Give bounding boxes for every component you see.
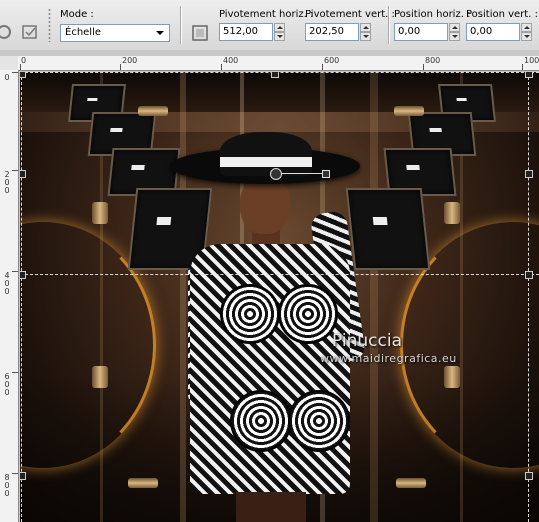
brass-knob [92, 366, 108, 388]
patterned-dress [190, 244, 350, 494]
ruler-tick [423, 64, 424, 70]
image-canvas[interactable]: Pinuccia www.maidiregrafica.eu [20, 72, 539, 522]
tool-options-toolbar: Mode : Échelle Pivotement horiz. : 512,0… [0, 0, 539, 51]
toolbar-divider [180, 6, 181, 44]
deform-box-edge[interactable] [20, 72, 539, 73]
watermark-name: Pinuccia [332, 331, 402, 351]
pivot-v-label: Pivotement vert. : [305, 9, 395, 20]
pos-v-input[interactable]: 0,00 [466, 23, 520, 41]
deform-box-midline[interactable] [20, 274, 539, 275]
pivot-point[interactable] [270, 168, 282, 180]
ruler-tick [20, 64, 21, 70]
pos-h-label: Position horiz. : [394, 9, 471, 20]
pivot-v-input[interactable]: 202,50 [305, 23, 359, 41]
toolbar-grip[interactable] [48, 8, 51, 42]
spin-down-button[interactable] [521, 32, 532, 41]
mode-label: Mode : [60, 9, 94, 20]
brass-knob [444, 202, 460, 224]
deform-handle-mid-left[interactable] [20, 271, 26, 279]
deform-handle-upper-right[interactable] [525, 170, 533, 178]
pivot-h-spinbox[interactable]: 512,00 [219, 23, 285, 41]
spin-down-button[interactable] [274, 32, 285, 41]
brass-knob [92, 202, 108, 224]
ruler-tick [522, 64, 523, 70]
deform-handle-top-left[interactable] [20, 72, 26, 78]
chevron-down-icon [156, 31, 164, 35]
light-streak [180, 72, 186, 522]
pos-v-label: Position vert. : [466, 9, 538, 20]
brass-knob [444, 366, 460, 388]
ruler-corner [0, 56, 19, 71]
ruler-top-label: 400 [223, 56, 239, 65]
apply-icon[interactable] [20, 22, 40, 42]
deform-handle-lower-left[interactable] [20, 472, 26, 480]
hat-band [220, 157, 312, 167]
spin-down-button[interactable] [449, 32, 460, 41]
face [240, 176, 290, 234]
dress-pattern-circle [230, 390, 292, 452]
reset-icon[interactable] [0, 22, 14, 42]
pos-v-spinbox[interactable]: 0,00 [466, 23, 532, 41]
spin-up-button[interactable] [521, 23, 532, 32]
pivot-h-label: Pivotement horiz. : [219, 9, 314, 20]
pos-h-input[interactable]: 0,00 [394, 23, 448, 41]
deform-handle-lower-right[interactable] [525, 472, 533, 480]
horizontal-ruler[interactable]: 0 200 400 600 800 100 [18, 56, 539, 71]
pivot-v-spinbox[interactable]: 202,50 [305, 23, 371, 41]
deform-grid-icon[interactable] [190, 23, 210, 43]
ruler-top-label: 0 [21, 56, 27, 65]
brass-knob [128, 478, 158, 488]
deform-handle-top-center[interactable] [271, 72, 279, 78]
ruler-left-label: 2 0 0 [4, 170, 10, 195]
dress-pattern-circle [278, 284, 338, 344]
deform-handle-top-right[interactable] [525, 72, 533, 78]
brass-knob [394, 106, 424, 116]
deform-handle-upper-left[interactable] [20, 170, 26, 178]
ruler-tick [12, 72, 18, 73]
spin-down-button[interactable] [360, 32, 371, 41]
tile-panel [345, 188, 431, 270]
deform-box-edge[interactable] [21, 72, 22, 522]
ruler-left-label: 8 0 0 [4, 473, 10, 498]
pos-h-spinbox[interactable]: 0,00 [394, 23, 460, 41]
ruler-top-label: 600 [324, 56, 340, 65]
ruler-tick [12, 372, 18, 373]
rotation-arm [281, 173, 323, 174]
deform-box-edge[interactable] [528, 72, 529, 522]
hat-crown [220, 132, 312, 176]
mode-value: Échelle [65, 27, 102, 38]
pivot-h-input[interactable]: 512,00 [219, 23, 273, 41]
ruler-tick [12, 170, 18, 171]
ruler-tick [322, 64, 323, 70]
legs [236, 492, 306, 522]
vertical-ruler[interactable]: 0 2 0 0 4 0 0 6 0 0 8 0 0 [0, 70, 19, 522]
spin-up-button[interactable] [360, 23, 371, 32]
ruler-tick [221, 64, 222, 70]
light-streak [370, 72, 378, 522]
spin-up-button[interactable] [449, 23, 460, 32]
ruler-left-label: 0 [4, 73, 10, 82]
ruler-top-label: 800 [425, 56, 441, 65]
ruler-top-label: 200 [122, 56, 138, 65]
dress-pattern-circle [220, 284, 280, 344]
spin-up-button[interactable] [274, 23, 285, 32]
brass-knob [396, 478, 426, 488]
rotation-handle[interactable] [322, 170, 330, 178]
ruler-left-label: 4 0 0 [4, 271, 10, 296]
watermark-url: www.maidiregrafica.eu [320, 352, 457, 365]
ruler-tick [12, 271, 18, 272]
ruler-tick [12, 473, 18, 474]
ruler-tick [120, 64, 121, 70]
dress-pattern-circle [288, 390, 350, 452]
toolbar-divider [388, 6, 389, 44]
mode-dropdown[interactable]: Échelle [60, 24, 170, 42]
brass-knob [138, 106, 168, 116]
ruler-left-label: 6 0 0 [4, 372, 10, 397]
deform-handle-mid-right[interactable] [525, 271, 533, 279]
ruler-top-label: 100 [524, 56, 539, 65]
